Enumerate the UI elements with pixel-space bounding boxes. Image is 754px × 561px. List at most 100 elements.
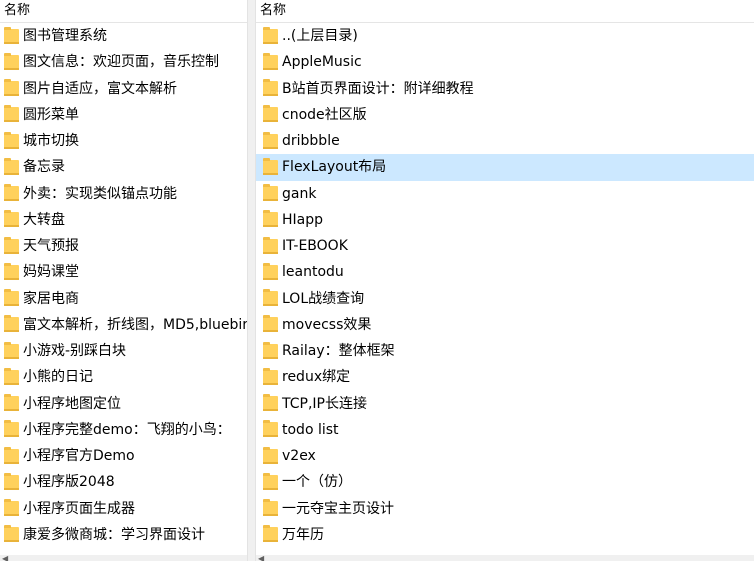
folder-name: movecss效果 [282, 316, 372, 333]
folder-name: 小程序地图定位 [23, 395, 121, 412]
folder-row[interactable]: 大转盘 [0, 207, 247, 233]
folder-row[interactable]: 小程序完整demo：飞翔的小鸟： [0, 417, 247, 443]
right-file-pane: 名称 ..(上层目录) AppleMusic B站首页界面设计：附详细教程 cnode… [256, 0, 754, 561]
folder-row[interactable]: 妈妈课堂 [0, 259, 247, 285]
folder-row[interactable]: 家居电商 [0, 286, 247, 312]
folder-row[interactable]: movecss效果 [256, 312, 754, 338]
folder-icon [263, 236, 278, 254]
folder-name: 妈妈课堂 [23, 264, 79, 281]
file-list: ..(上层目录) AppleMusic B站首页界面设计：附详细教程 cnode社区版… [256, 23, 754, 548]
folder-row[interactable]: dribbble [256, 128, 754, 154]
folder-name: dribbble [282, 133, 340, 150]
folder-row[interactable]: TCP,IP长连接 [256, 391, 754, 417]
folder-row[interactable]: 小熊的日记 [0, 364, 247, 390]
horizontal-scrollbar[interactable]: ◀ [256, 555, 754, 561]
folder-row[interactable]: FlexLayout布局 [256, 154, 754, 181]
folder-name: Railay：整体框架 [282, 343, 395, 360]
folder-row[interactable]: 万年历 [256, 522, 754, 548]
folder-row[interactable]: 备忘录 [0, 154, 247, 180]
folder-icon [4, 79, 19, 97]
folder-icon [263, 367, 278, 385]
folder-row[interactable]: v2ex [256, 443, 754, 469]
folder-icon [4, 131, 19, 149]
folder-row[interactable]: 小程序官方Demo [0, 443, 247, 469]
pane-splitter[interactable] [247, 0, 256, 561]
folder-icon [263, 131, 278, 149]
folder-name: gank [282, 185, 317, 202]
folder-name: v2ex [282, 448, 316, 465]
folder-icon [4, 157, 19, 175]
folder-row[interactable]: 城市切换 [0, 128, 247, 154]
folder-name: 家居电商 [23, 290, 79, 307]
folder-name: todo list [282, 421, 339, 438]
folder-name: B站首页界面设计：附详细教程 [282, 80, 474, 97]
folder-row[interactable]: 一元夺宝主页设计 [256, 496, 754, 522]
folder-name: 图书管理系统 [23, 28, 107, 45]
folder-icon [263, 79, 278, 97]
folder-row[interactable]: 富文本解析，折线图，MD5,bluebird [0, 312, 247, 338]
folder-name: 一元夺宝主页设计 [282, 500, 394, 517]
folder-row[interactable]: 小游戏-别踩白块 [0, 338, 247, 364]
folder-name: 天气预报 [23, 238, 79, 255]
folder-row[interactable]: todo list [256, 417, 754, 443]
column-header-name[interactable]: 名称 [256, 0, 754, 23]
folder-icon [263, 472, 278, 490]
folder-row[interactable]: redux绑定 [256, 364, 754, 390]
folder-name: 小游戏-别踩白块 [23, 343, 127, 360]
folder-row[interactable]: AppleMusic [256, 49, 754, 75]
folder-row[interactable]: 小程序地图定位 [0, 391, 247, 417]
folder-name: AppleMusic [282, 54, 362, 71]
folder-name: 小程序官方Demo [23, 448, 135, 465]
folder-name: 小程序完整demo：飞翔的小鸟： [23, 421, 231, 438]
folder-icon [4, 420, 19, 438]
folder-row[interactable]: 康爱多微商城：学习界面设计 [0, 522, 247, 548]
folder-row[interactable]: Railay：整体框架 [256, 338, 754, 364]
folder-row[interactable]: 图片自适应，富文本解析 [0, 76, 247, 102]
folder-row[interactable]: 小程序版2048 [0, 469, 247, 495]
folder-name: 图片自适应，富文本解析 [23, 80, 177, 97]
folder-name: TCP,IP长连接 [282, 395, 367, 412]
folder-icon [4, 105, 19, 123]
folder-icon [263, 525, 278, 543]
folder-row[interactable]: 图文信息：欢迎页面，音乐控制 [0, 49, 247, 75]
folder-row[interactable]: B站首页界面设计：附详细教程 [256, 76, 754, 102]
folder-name: LOL战绩查询 [282, 290, 365, 307]
folder-row[interactable]: 小程序页面生成器 [0, 496, 247, 522]
folder-row[interactable]: gank [256, 181, 754, 207]
horizontal-scrollbar[interactable]: ◀ [0, 555, 247, 561]
folder-name: 外卖：实现类似锚点功能 [23, 185, 177, 202]
folder-name: 城市切换 [23, 133, 79, 150]
folder-row[interactable]: cnode社区版 [256, 102, 754, 128]
folder-row[interactable]: 天气预报 [0, 233, 247, 259]
folder-row[interactable]: LOL战绩查询 [256, 286, 754, 312]
folder-row[interactable]: HIapp [256, 207, 754, 233]
folder-name: leantodu [282, 264, 344, 281]
folder-icon [4, 446, 19, 464]
folder-icon [4, 341, 19, 359]
folder-icon [263, 420, 278, 438]
folder-name: 小熊的日记 [23, 369, 93, 386]
folder-row[interactable]: ..(上层目录) [256, 23, 754, 49]
folder-name: 富文本解析，折线图，MD5,bluebird [23, 316, 247, 333]
file-list: 图书管理系统图文信息：欢迎页面，音乐控制图片自适应，富文本解析圆形菜单城市切换备… [0, 23, 247, 548]
scroll-left-icon[interactable]: ◀ [2, 555, 8, 561]
folder-icon [263, 315, 278, 333]
folder-icon [263, 105, 278, 123]
folder-name: 大转盘 [23, 211, 65, 228]
folder-icon [4, 394, 19, 412]
folder-row[interactable]: leantodu [256, 259, 754, 285]
folder-row[interactable]: 圆形菜单 [0, 102, 247, 128]
folder-icon [4, 367, 19, 385]
scroll-left-icon[interactable]: ◀ [258, 555, 264, 561]
column-header-name[interactable]: 名称 [0, 0, 247, 23]
folder-icon [263, 341, 278, 359]
folder-name: redux绑定 [282, 369, 351, 386]
folder-row[interactable]: IT-EBOOK [256, 233, 754, 259]
folder-row[interactable]: 一个（仿） [256, 469, 754, 495]
folder-row[interactable]: 图书管理系统 [0, 23, 247, 49]
folder-row[interactable]: 外卖：实现类似锚点功能 [0, 181, 247, 207]
folder-icon [4, 262, 19, 280]
folder-icon [4, 315, 19, 333]
folder-icon [263, 289, 278, 307]
folder-name: HIapp [282, 211, 324, 228]
